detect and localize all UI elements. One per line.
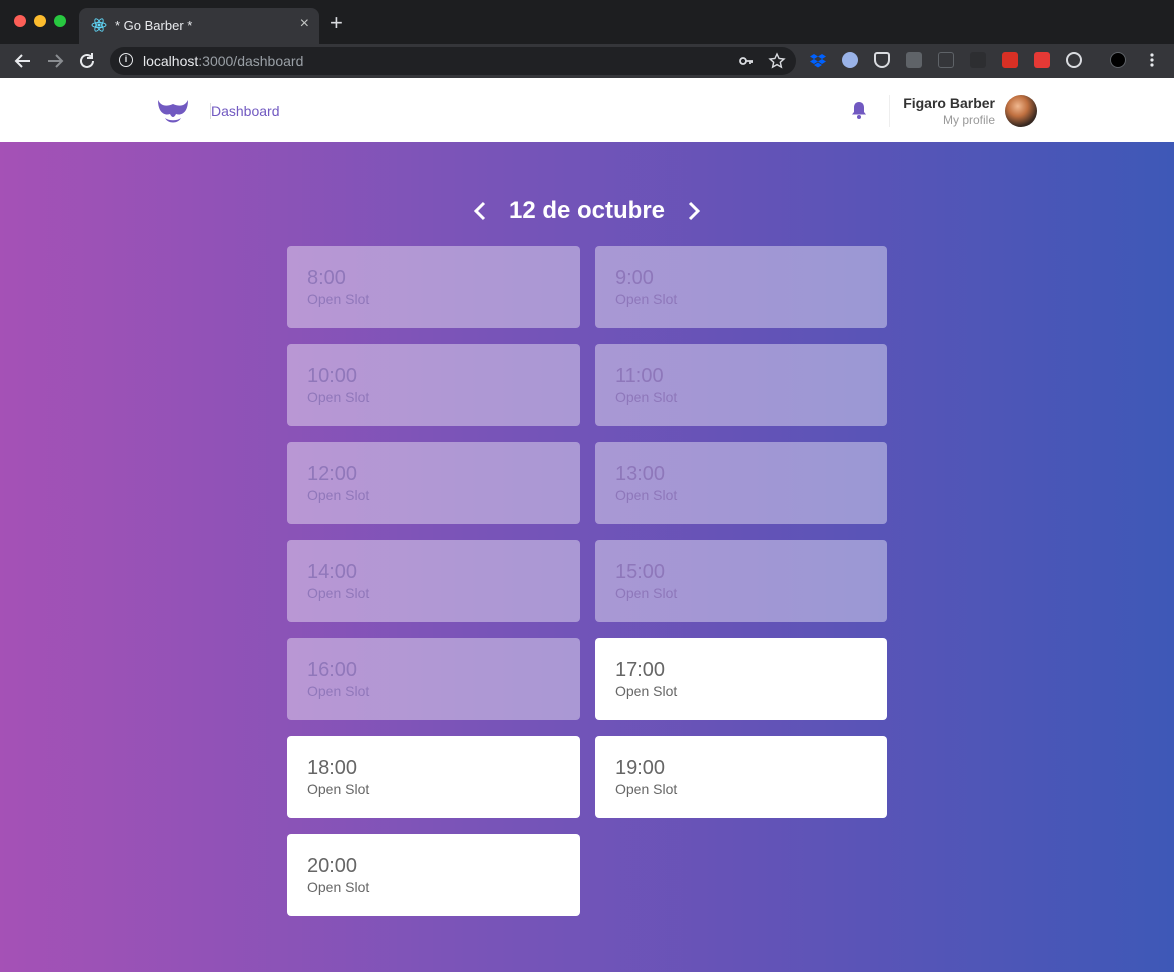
slot-time: 18:00	[307, 757, 358, 779]
extension-circle-icon[interactable]	[842, 52, 858, 68]
new-tab-button[interactable]: +	[330, 12, 343, 34]
time-slot[interactable]: 8:00 Open Slot	[287, 246, 580, 328]
slot-time: 13:00	[615, 463, 666, 485]
target-extension-icon[interactable]	[1066, 52, 1082, 68]
info-icon[interactable]: i	[119, 53, 133, 67]
slot-status: Open Slot	[615, 389, 678, 405]
slot-time: 11:00	[615, 365, 664, 387]
slot-time: 14:00	[307, 561, 358, 583]
slot-status: Open Slot	[307, 389, 370, 405]
pocket-extension-icon[interactable]	[874, 52, 890, 68]
avatar[interactable]	[1005, 95, 1037, 127]
forward-icon[interactable]	[44, 50, 66, 72]
key-icon[interactable]	[738, 53, 754, 69]
cursor-extension-icon[interactable]	[970, 52, 986, 68]
time-slot[interactable]: 16:00 Open Slot	[287, 638, 580, 720]
date-navigation: 12 de octubre	[0, 195, 1174, 231]
star-icon[interactable]	[768, 52, 786, 70]
time-slot[interactable]: 18:00 Open Slot	[287, 736, 580, 818]
slot-time: 16:00	[307, 659, 358, 681]
close-tab-icon[interactable]: ×	[300, 15, 309, 33]
reload-icon[interactable]	[76, 50, 98, 72]
time-slot[interactable]: 9:00 Open Slot	[595, 246, 887, 328]
slot-status: Open Slot	[615, 291, 678, 307]
time-slot[interactable]: 10:00 Open Slot	[287, 344, 580, 426]
time-slot[interactable]: 20:00 Open Slot	[287, 834, 580, 916]
slot-time: 8:00	[307, 267, 346, 289]
slot-time: 12:00	[307, 463, 358, 485]
bell-icon[interactable]	[850, 100, 868, 120]
slot-status: Open Slot	[615, 683, 678, 699]
slot-status: Open Slot	[615, 487, 678, 503]
time-slot[interactable]: 12:00 Open Slot	[287, 442, 580, 524]
slot-time: 17:00	[615, 659, 666, 681]
time-slot[interactable]: 13:00 Open Slot	[595, 442, 887, 524]
menu-dots-icon[interactable]	[1144, 52, 1160, 68]
time-slot[interactable]: 11:00 Open Slot	[595, 344, 887, 426]
profile-name: Figaro Barber	[903, 95, 995, 111]
nav-dashboard-link[interactable]: Dashboard	[210, 103, 280, 119]
slot-status: Open Slot	[307, 585, 370, 601]
devtools-extension-icon[interactable]	[1002, 52, 1018, 68]
my-profile-link[interactable]: My profile	[943, 113, 995, 127]
slot-time: 15:00	[615, 561, 666, 583]
json-extension-icon[interactable]	[938, 52, 954, 68]
slot-time: 19:00	[615, 757, 666, 779]
slot-status: Open Slot	[307, 487, 370, 503]
slot-time: 9:00	[615, 267, 654, 289]
counter-extension-icon[interactable]	[906, 52, 922, 68]
browser-titlebar: * Go Barber * × +	[0, 0, 1174, 44]
chevron-right-icon[interactable]	[684, 199, 704, 223]
dropbox-extension-icon[interactable]	[810, 52, 826, 68]
time-slot[interactable]: 14:00 Open Slot	[287, 540, 580, 622]
cors-extension-icon[interactable]	[1034, 52, 1050, 68]
minimize-window-button[interactable]	[34, 15, 46, 27]
browser-tab[interactable]: * Go Barber * ×	[79, 8, 319, 44]
profile-avatar-icon[interactable]	[1110, 52, 1126, 68]
date-title: 12 de octubre	[508, 197, 666, 224]
app-root: Dashboard Figaro Barber My profile 12 de…	[0, 78, 1174, 972]
slot-time: 10:00	[307, 365, 358, 387]
slot-time: 20:00	[307, 855, 358, 877]
url-text: localhost:3000/dashboard	[143, 53, 304, 69]
slot-status: Open Slot	[615, 585, 678, 601]
tab-title: * Go Barber *	[115, 18, 193, 33]
maximize-window-button[interactable]	[54, 15, 66, 27]
time-slot-grid: 8:00 Open Slot 9:00 Open Slot 10:00 Open Sl…	[287, 246, 887, 916]
react-icon	[91, 18, 107, 32]
time-slot[interactable]: 17:00 Open Slot	[595, 638, 887, 720]
time-slot[interactable]: 19:00 Open Slot	[595, 736, 887, 818]
header-divider	[889, 95, 890, 127]
browser-toolbar: i localhost:3000/dashboard	[0, 44, 1174, 78]
slot-status: Open Slot	[615, 781, 678, 797]
slot-status: Open Slot	[307, 879, 370, 895]
mustache-logo-icon[interactable]	[156, 96, 190, 126]
slot-status: Open Slot	[307, 291, 370, 307]
slot-status: Open Slot	[307, 781, 370, 797]
time-slot[interactable]: 15:00 Open Slot	[595, 540, 887, 622]
back-icon[interactable]	[12, 50, 34, 72]
address-bar[interactable]: i localhost:3000/dashboard	[110, 47, 796, 75]
close-window-button[interactable]	[14, 15, 26, 27]
slot-status: Open Slot	[307, 683, 370, 699]
app-header: Dashboard Figaro Barber My profile	[0, 78, 1174, 142]
